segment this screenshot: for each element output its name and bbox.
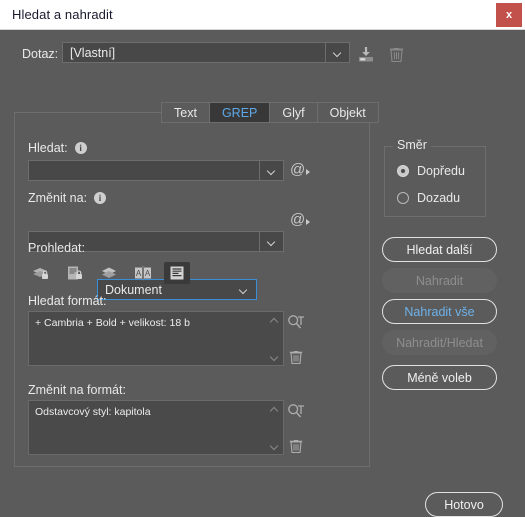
chevron-down-icon[interactable] [259,232,283,251]
include-hidden-layers-icon[interactable] [96,262,122,284]
find-format-box[interactable]: + Cambria + Bold + velikost: 18 b [28,311,284,366]
radio-dozadu-label: Dozadu [417,191,461,205]
search-scope-value: Dokument [105,282,162,297]
tab-glyf[interactable]: Glyf [269,102,317,123]
dialog-body: Dotaz: [Vlastní] Text GREP Glyf Objekt H… [0,30,525,517]
search-option-toggles[interactable]: A A [28,262,190,284]
trash-icon[interactable] [286,437,306,455]
include-locked-stories-icon[interactable] [62,262,88,284]
whole-word-icon[interactable] [164,262,190,284]
find-input[interactable] [28,160,284,181]
tab-objekt[interactable]: Objekt [316,102,379,123]
find-label: Hledat: i [28,141,87,155]
replace-find-button: Nahradit/Hledat [382,330,497,355]
title-bar: Hledat a nahradit x [0,0,525,30]
close-icon[interactable]: x [496,2,522,27]
change-format-value: Odstavcový styl: kapitola [35,406,151,418]
change-label-text: Změnit na: [28,191,88,205]
at-menu-icon[interactable]: @ [290,211,311,228]
radio-dopredu-label: Dopředu [417,164,465,178]
replace-button: Nahradit [382,268,497,293]
find-next-button[interactable]: Hledat další [382,237,497,262]
fewer-options-button[interactable]: Méně voleb [382,365,497,390]
change-format-box[interactable]: Odstavcový styl: kapitola [28,400,284,455]
scroll-up-icon[interactable] [270,406,280,414]
find-label-text: Hledat: [28,141,68,155]
query-value: [Vlastní] [70,45,116,60]
at-menu-icon[interactable]: @ [290,161,311,178]
scroll-up-icon[interactable] [270,317,280,325]
change-format-label: Změnit na formát: [28,383,126,397]
specify-attributes-icon[interactable] [286,313,306,331]
query-select[interactable]: [Vlastní] [62,42,350,63]
svg-text:A: A [145,269,151,278]
scroll-down-icon[interactable] [270,352,280,360]
svg-text:A: A [136,269,142,278]
chevron-down-icon[interactable] [325,43,349,62]
search-scope-label: Prohledat: [28,241,85,255]
trash-icon[interactable] [286,348,306,366]
radio-dozadu[interactable]: Dozadu [397,191,460,205]
find-format-label: Hledat formát: [28,294,107,308]
radio-dot-icon [397,192,409,204]
info-icon: i [94,192,107,204]
chevron-down-icon[interactable] [232,280,256,299]
replace-all-button[interactable]: Nahradit vše [382,299,497,324]
tab-grep[interactable]: GREP [208,102,270,123]
query-label: Dotaz: [22,47,59,61]
search-mode-tabs[interactable]: Text GREP Glyf Objekt [161,102,379,123]
window-title: Hledat a nahradit [12,7,113,22]
direction-legend: Směr [393,138,431,152]
specify-attributes-icon[interactable] [286,402,306,420]
scroll-down-icon[interactable] [270,441,280,449]
find-format-value: + Cambria + Bold + velikost: 18 b [35,317,190,329]
change-label: Změnit na: i [28,191,107,205]
done-button[interactable]: Hotovo [425,492,503,517]
save-query-icon[interactable] [355,44,377,64]
chevron-down-icon[interactable] [259,161,283,180]
trash-icon[interactable] [385,44,407,64]
case-sensitive-icon[interactable]: A A [130,262,156,284]
include-locked-layers-icon[interactable] [28,262,54,284]
info-icon: i [74,142,87,154]
direction-fieldset [384,146,486,217]
tab-text[interactable]: Text [161,102,209,123]
radio-dopredu[interactable]: Dopředu [397,164,465,178]
radio-dot-icon [397,165,409,177]
